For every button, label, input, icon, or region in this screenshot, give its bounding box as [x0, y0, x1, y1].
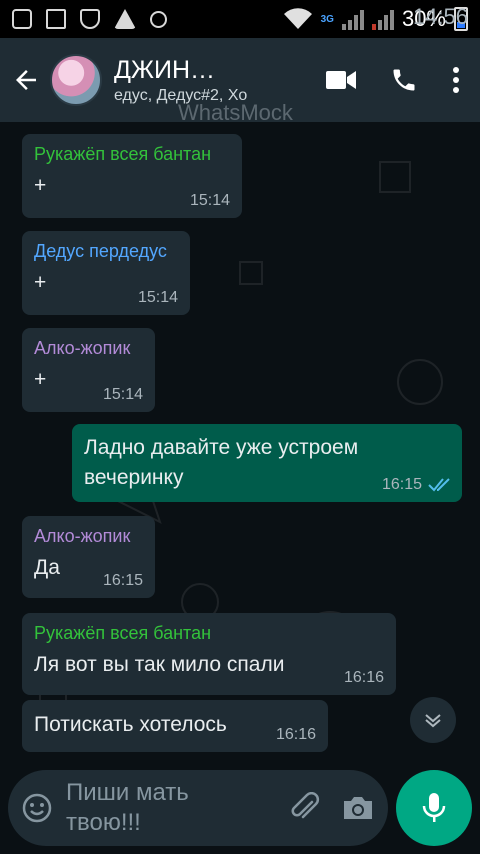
- search-icon: [150, 10, 167, 28]
- chat-title: ДЖИН…: [114, 55, 216, 84]
- signal-icon: [341, 8, 364, 30]
- scroll-down-button[interactable]: [410, 697, 456, 743]
- voice-record-button[interactable]: [396, 770, 472, 846]
- scroll-down-icon: [425, 714, 441, 728]
- mic-icon: [422, 793, 446, 822]
- message-sender: Алко-жопик: [34, 338, 131, 358]
- network-type: 3G: [320, 13, 334, 25]
- message-bubble-outgoing[interactable]: Ладно давайте уже устроем вечеринку 16:1…: [72, 424, 462, 502]
- wifi-icon: [283, 8, 312, 29]
- message-sender: Алко-жопик: [34, 526, 131, 546]
- camera-icon[interactable]: [342, 795, 374, 821]
- message-bubble[interactable]: Алко-жопик + 15:14: [22, 328, 155, 412]
- status-bar: 3G 30% 14:56: [0, 0, 480, 38]
- avatar[interactable]: [50, 54, 102, 106]
- message-bubble[interactable]: Рукажёп всея бантан Ля вот вы так мило с…: [22, 613, 396, 695]
- message-time: 15:14: [189, 192, 230, 209]
- video-call-icon[interactable]: [326, 69, 356, 91]
- message-time: 15:14: [137, 289, 178, 306]
- message-input[interactable]: Пиши мать твою!!!: [66, 778, 256, 838]
- message-bubble[interactable]: Рукажёп всея бантан + 15:14: [22, 134, 242, 218]
- attach-icon[interactable]: [290, 792, 320, 824]
- back-arrow-icon: [16, 70, 36, 90]
- chat-area[interactable]: Рукажёп всея бантан + 15:14 Дедус пердед…: [0, 122, 480, 762]
- message-time: 16:16: [343, 669, 384, 686]
- message-composer: Пиши мать твою!!!: [8, 770, 388, 846]
- message-time: 16:15: [381, 476, 422, 493]
- more-vert-icon[interactable]: [452, 66, 460, 94]
- instagram-icon: [12, 9, 32, 29]
- message-bubble[interactable]: Алко-жопик Да 16:15: [22, 516, 155, 598]
- message-time: 15:14: [102, 386, 143, 403]
- gallery-icon: [46, 9, 66, 29]
- read-receipt-icon: [428, 478, 450, 492]
- message-text: Потискать хотелось: [34, 713, 227, 736]
- message-sender: Дедус пердедус: [34, 241, 167, 261]
- message-text: Ля вот вы так мило спали: [34, 653, 285, 676]
- message-bubble[interactable]: Потискать хотелось 16:16: [22, 700, 328, 752]
- warning-icon: [114, 9, 136, 29]
- message-time: 16:15: [102, 572, 143, 589]
- emoji-icon[interactable]: [22, 793, 52, 823]
- phone-icon[interactable]: [390, 66, 418, 94]
- message-sender: Рукажёп всея бантан: [34, 144, 212, 164]
- back-button[interactable]: [2, 65, 50, 95]
- chat-info[interactable]: ДЖИН… едус, Дедус#2, Хо: [114, 56, 274, 105]
- message-sender: Рукажёп всея бантан: [34, 623, 212, 643]
- clock: 14:56: [412, 4, 468, 29]
- shield-icon: [80, 9, 100, 29]
- message-bubble[interactable]: Дедус пердедус + 15:14: [22, 231, 190, 315]
- signal-icon-2: [371, 8, 394, 30]
- message-text: Ладно давайте уже устроем вечеринку: [84, 436, 359, 489]
- message-time: 16:16: [275, 726, 316, 743]
